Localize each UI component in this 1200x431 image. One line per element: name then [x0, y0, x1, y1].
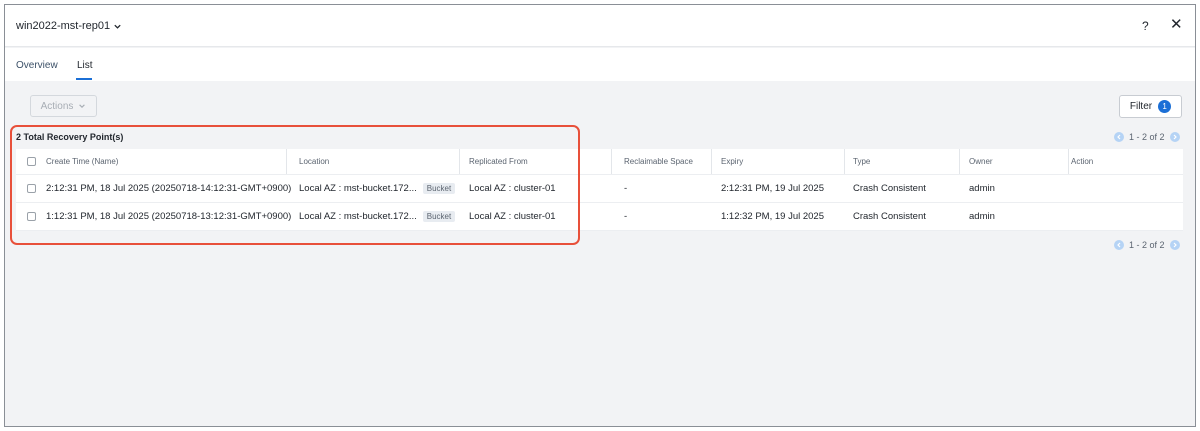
tab-bar: Overview List: [5, 48, 1195, 81]
replicated-from-cell: Local AZ : cluster-01: [469, 183, 556, 194]
create-time-cell: 1:12:31 PM, 18 Jul 2025 (20250718-13:12:…: [46, 211, 292, 222]
filter-button[interactable]: Filter 1: [1119, 95, 1182, 118]
location-cell: Local AZ : mst-bucket.172... Bucket: [299, 203, 456, 230]
type-cell: Crash Consistent: [853, 183, 926, 194]
recovery-points-dialog: win2022-mst-rep01 ? ✕ Overview List Acti…: [4, 4, 1196, 427]
row-select-cell: [27, 203, 36, 230]
tab-list[interactable]: List: [77, 60, 93, 71]
create-time-cell: 2:12:31 PM, 18 Jul 2025 (20250718-14:12:…: [46, 183, 292, 194]
row-select-cell: [27, 175, 36, 202]
location-tag: Bucket: [422, 183, 456, 194]
column-header-location[interactable]: Location: [299, 149, 460, 174]
table-row[interactable]: 1:12:31 PM, 18 Jul 2025 (20250718-13:12:…: [16, 203, 1183, 231]
location-tag: Bucket: [422, 211, 456, 222]
total-recovery-points: 2 Total Recovery Point(s): [16, 132, 124, 142]
column-header-create-time[interactable]: Create Time (Name): [46, 149, 287, 174]
select-all-checkbox[interactable]: [27, 157, 36, 166]
location-text: Local AZ : mst-bucket.172...: [299, 183, 417, 194]
reclaimable-space-cell: -: [624, 183, 628, 194]
vm-selector-dropdown[interactable]: win2022-mst-rep01: [16, 20, 122, 32]
chevron-down-icon: [79, 104, 86, 108]
column-header-reclaimable-space[interactable]: Reclaimable Space: [624, 149, 712, 174]
owner-cell: admin: [969, 211, 995, 222]
tab-overview[interactable]: Overview: [16, 60, 58, 71]
location-cell: Local AZ : mst-bucket.172... Bucket: [299, 175, 456, 202]
prev-page-button[interactable]: [1114, 132, 1124, 142]
close-icon[interactable]: ✕: [1170, 16, 1183, 34]
column-header-action: Action: [1071, 157, 1094, 166]
owner-cell: admin: [969, 183, 995, 194]
replicated-from-cell: Local AZ : cluster-01: [469, 211, 556, 222]
active-tab-indicator: [76, 78, 92, 80]
column-header-type[interactable]: Type: [853, 149, 960, 174]
pagination-label: 1 - 2 of 2: [1129, 132, 1165, 142]
table-header-row: Create Time (Name) Location Replicated F…: [16, 149, 1183, 175]
next-page-button[interactable]: [1169, 132, 1180, 142]
type-cell: Crash Consistent: [853, 211, 926, 222]
filter-label: Filter: [1129, 101, 1153, 112]
chevron-left-icon: [1117, 134, 1121, 140]
column-header-replicated-from[interactable]: Replicated From: [469, 149, 612, 174]
pagination-label: 1 - 2 of 2: [1129, 240, 1165, 250]
filter-count-badge: 1: [1158, 100, 1172, 113]
next-page-button[interactable]: [1169, 240, 1180, 250]
dialog-header: win2022-mst-rep01 ? ✕: [5, 5, 1195, 47]
pagination-bottom: 1 - 2 of 2: [1114, 240, 1180, 250]
column-header-owner[interactable]: Owner: [969, 149, 1069, 174]
chevron-left-icon: [1117, 242, 1121, 248]
location-text: Local AZ : mst-bucket.172...: [299, 211, 417, 222]
expiry-cell: 2:12:31 PM, 19 Jul 2025: [721, 183, 824, 194]
reclaimable-space-cell: -: [624, 211, 628, 222]
column-header-expiry[interactable]: Expiry: [721, 149, 845, 174]
chevron-right-icon: [1173, 134, 1177, 140]
select-all-cell: [27, 149, 36, 174]
chevron-right-icon: [1173, 242, 1177, 248]
help-icon[interactable]: ?: [1142, 19, 1149, 33]
row-checkbox[interactable]: [27, 212, 36, 221]
pagination-top: 1 - 2 of 2: [1114, 132, 1180, 142]
vm-name: win2022-mst-rep01: [16, 20, 111, 32]
actions-label: Actions: [40, 100, 74, 112]
prev-page-button[interactable]: [1114, 240, 1124, 250]
actions-dropdown-button[interactable]: Actions: [30, 95, 97, 117]
table-row[interactable]: 2:12:31 PM, 18 Jul 2025 (20250718-14:12:…: [16, 175, 1183, 203]
row-checkbox[interactable]: [27, 184, 36, 193]
expiry-cell: 1:12:32 PM, 19 Jul 2025: [721, 211, 824, 222]
recovery-points-table: Create Time (Name) Location Replicated F…: [16, 149, 1183, 231]
chevron-down-icon: [114, 24, 121, 29]
